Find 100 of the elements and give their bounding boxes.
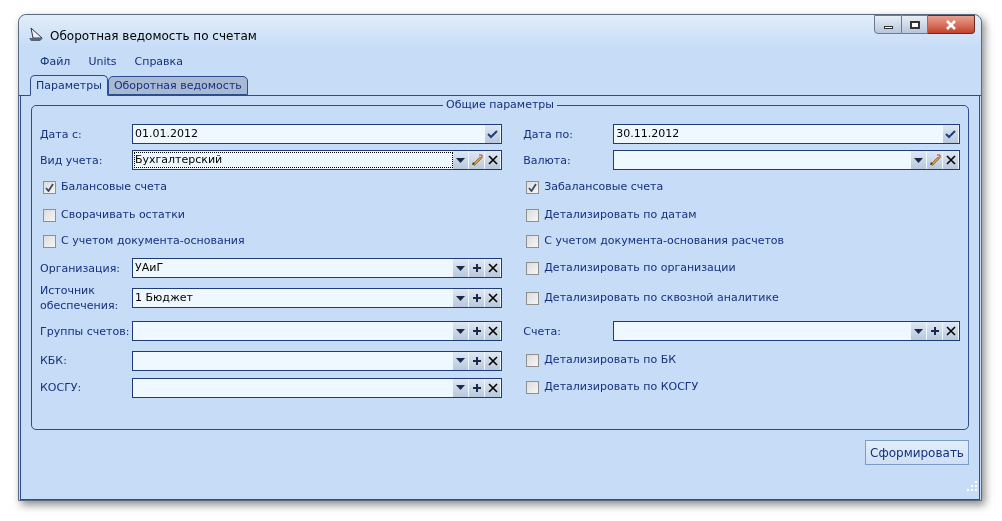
checkbox[interactable] <box>43 181 56 194</box>
maximize-button[interactable] <box>902 15 928 34</box>
checkmark-icon <box>45 183 54 192</box>
field-label: Дата с: <box>40 126 83 142</box>
add-button[interactable] <box>927 322 942 340</box>
clear-icon <box>487 326 498 336</box>
checkbox-label: С учетом документа-основания расчетов <box>544 233 785 250</box>
field-label: Организация: <box>40 260 122 276</box>
checkbox-label: Детализировать по сквозной аналитике <box>544 289 779 306</box>
close-button[interactable] <box>928 15 975 34</box>
plus-icon <box>472 327 481 335</box>
check-icon <box>945 129 956 139</box>
plus-icon <box>472 264 481 272</box>
dropdown-button[interactable] <box>453 351 469 370</box>
field-value: 30.11.2012 <box>616 127 680 141</box>
clear-icon <box>945 155 956 165</box>
edit-button[interactable] <box>469 151 485 169</box>
dropdown-button[interactable] <box>453 378 469 397</box>
checkbox[interactable] <box>43 235 56 248</box>
checkbox[interactable] <box>43 208 56 222</box>
checkbox-label: Детализировать по БК <box>544 352 677 369</box>
menu-item[interactable]: Файл <box>40 53 71 71</box>
clear-button[interactable] <box>485 378 501 397</box>
field-label: Источник обеспечения: <box>40 283 120 313</box>
group-title: Общие параметры <box>443 98 557 112</box>
dropdown-button[interactable] <box>453 289 469 307</box>
field-label: Валюта: <box>523 152 572 168</box>
checkmark-icon <box>528 183 538 192</box>
app-icon <box>28 26 44 42</box>
checkbox[interactable] <box>526 291 540 305</box>
lookup-field[interactable]: Бухгалтерский <box>132 150 503 170</box>
window-title: Оборотная ведомость по счетам <box>50 28 257 45</box>
resize-grip-icon <box>967 481 977 491</box>
clear-button[interactable] <box>485 351 501 370</box>
tab[interactable]: Параметры <box>30 75 108 96</box>
clear-icon <box>487 293 498 303</box>
add-button[interactable] <box>469 351 485 370</box>
dropdown-button[interactable] <box>453 322 469 340</box>
close-icon <box>945 19 957 30</box>
tab[interactable]: Оборотная ведомость <box>107 76 248 95</box>
lookup-field[interactable]: УАиГ <box>132 258 503 278</box>
dropdown-arrow-icon <box>456 358 466 363</box>
checkbox[interactable] <box>526 235 540 248</box>
check-button[interactable] <box>943 125 958 143</box>
date-field[interactable]: 30.11.2012 <box>613 124 960 144</box>
dropdown-button[interactable] <box>453 259 469 277</box>
plus-icon <box>930 327 939 335</box>
add-button[interactable] <box>469 322 485 340</box>
clear-button[interactable] <box>943 151 958 169</box>
checkbox[interactable] <box>526 381 540 394</box>
clear-button[interactable] <box>485 151 501 169</box>
lookup-field[interactable] <box>613 321 960 341</box>
date-field[interactable]: 01.01.2012 <box>132 124 503 144</box>
field-label: КОСГУ: <box>40 380 83 395</box>
plus-icon <box>472 294 481 302</box>
menu-item[interactable]: Units <box>88 53 117 71</box>
lookup-field[interactable] <box>132 321 503 341</box>
add-button[interactable] <box>469 289 485 307</box>
checkbox[interactable] <box>526 261 540 275</box>
clear-icon <box>487 263 498 273</box>
clear-icon <box>487 155 498 165</box>
dropdown-arrow-icon <box>456 328 466 334</box>
check-button[interactable] <box>485 125 501 143</box>
plus-icon <box>472 383 481 392</box>
add-button[interactable] <box>469 259 485 277</box>
checkbox-label: С учетом документа-основания <box>61 233 245 250</box>
checkbox-label: Детализировать по датам <box>544 206 697 223</box>
submit-button[interactable]: Сформировать <box>865 440 969 465</box>
clear-button[interactable] <box>485 289 501 307</box>
checkbox[interactable] <box>526 354 540 367</box>
dropdown-button[interactable] <box>911 151 926 169</box>
checkbox-label: Забалансовые счета <box>544 179 664 196</box>
field-value: Бухгалтерский <box>135 153 453 167</box>
clear-icon <box>487 355 498 366</box>
minimize-button[interactable] <box>874 15 902 34</box>
clear-button[interactable] <box>485 322 501 340</box>
dropdown-arrow-icon <box>914 328 923 334</box>
clear-icon <box>945 326 956 336</box>
pencil-icon <box>470 154 483 166</box>
dropdown-button[interactable] <box>453 151 469 169</box>
add-button[interactable] <box>469 378 485 397</box>
menu-item[interactable]: Справка <box>134 53 183 71</box>
checkbox[interactable] <box>526 181 540 194</box>
dropdown-arrow-icon <box>914 157 923 163</box>
minimize-icon <box>883 25 893 29</box>
field-value: УАиГ <box>135 261 164 275</box>
dropdown-button[interactable] <box>911 322 926 340</box>
field-value: 1 Бюджет <box>135 291 193 305</box>
clear-button[interactable] <box>943 322 958 340</box>
lookup-field[interactable] <box>613 150 960 170</box>
field-label: Счета: <box>523 323 563 339</box>
lookup-field[interactable] <box>132 350 503 371</box>
checkbox[interactable] <box>526 208 540 222</box>
checkbox-label: Сворачивать остатки <box>61 206 185 223</box>
maximize-icon <box>909 20 920 29</box>
check-icon <box>487 129 499 139</box>
dropdown-arrow-icon <box>456 157 466 163</box>
clear-button[interactable] <box>485 259 501 277</box>
lookup-field[interactable] <box>132 377 503 398</box>
lookup-field[interactable]: 1 Бюджет <box>132 288 503 308</box>
